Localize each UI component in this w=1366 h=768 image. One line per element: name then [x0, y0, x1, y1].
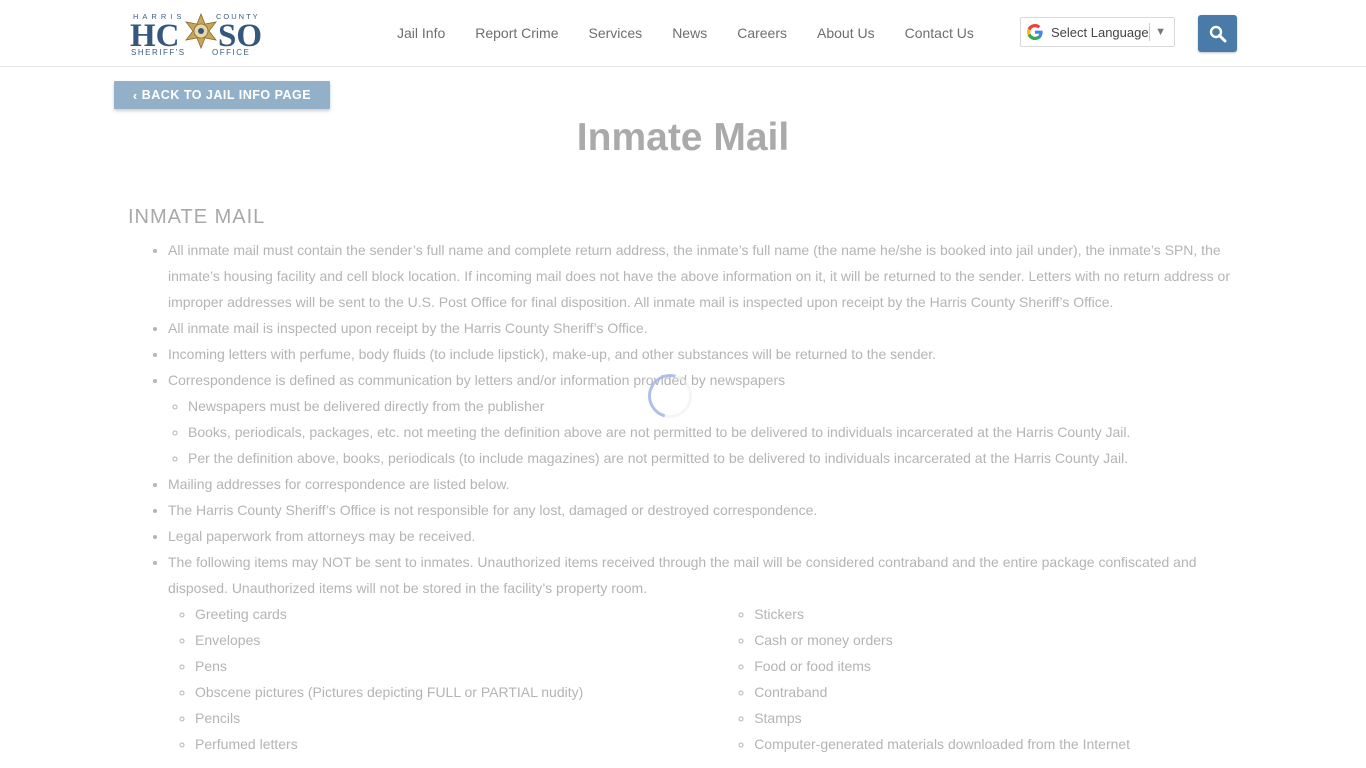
nav-careers[interactable]: Careers: [722, 0, 802, 66]
sublist-item: Per the definition above, books, periodi…: [188, 445, 1238, 471]
nav-news[interactable]: News: [657, 0, 722, 66]
nav-contact-us[interactable]: Contact Us: [890, 0, 989, 66]
nav-report-crime[interactable]: Report Crime: [460, 0, 573, 66]
sublist-item: Books, periodicals, packages, etc. not m…: [188, 419, 1238, 445]
language-select-label: Select Language: [1051, 24, 1149, 40]
dropdown-arrow-icon: ▼: [1155, 26, 1166, 38]
back-to-jail-info-button[interactable]: ‹ BACK TO JAIL INFO PAGE: [114, 81, 330, 109]
prohibited-item: Computer-generated materials downloaded …: [754, 731, 1238, 757]
list-item: All inmate mail must contain the sender’…: [168, 237, 1238, 315]
svg-text:OFFICE: OFFICE: [212, 48, 250, 56]
nav-jail-info[interactable]: Jail Info: [382, 0, 460, 66]
google-icon: [1025, 22, 1045, 42]
prohibited-item: Contraband: [754, 679, 1238, 705]
correspondence-sublist: Newspapers must be delivered directly fr…: [168, 393, 1238, 471]
prohibited-list-left: Greeting cards Envelopes Pens Obscene pi…: [168, 601, 727, 757]
site-header: HARRIS COUNTY HC SO SHERIFF'S OFFICE Jai…: [0, 0, 1366, 67]
mail-rules-content: All inmate mail must contain the sender’…: [148, 237, 1238, 757]
prohibited-item: Greeting cards: [195, 601, 727, 627]
select-divider: [1149, 23, 1151, 41]
prohibited-item: Stickers: [754, 601, 1238, 627]
nav-services[interactable]: Services: [574, 0, 658, 66]
nav-about-us[interactable]: About Us: [802, 0, 890, 66]
back-button-label: BACK TO JAIL INFO PAGE: [141, 88, 312, 102]
sublist-item: Newspapers must be delivered directly fr…: [188, 393, 1238, 419]
svg-text:SHERIFF'S: SHERIFF'S: [131, 48, 186, 56]
page-title: Inmate Mail: [576, 116, 790, 159]
chevron-left-icon: ‹: [132, 87, 138, 103]
main-nav: Jail Info Report Crime Services News Car…: [382, 0, 989, 66]
search-icon: [1209, 25, 1226, 42]
list-item: The Harris County Sheriff’s Office is no…: [168, 497, 1238, 523]
list-item: The following items may NOT be sent to i…: [168, 549, 1238, 757]
prohibited-list-right: Stickers Cash or money orders Food or fo…: [727, 601, 1238, 757]
list-item: Mailing addresses for correspondence are…: [168, 471, 1238, 497]
mail-rules-list: All inmate mail must contain the sender’…: [148, 237, 1238, 757]
prohibited-item: Pencils: [195, 705, 727, 731]
language-select[interactable]: Select Language ▼: [1020, 17, 1175, 47]
list-item: Correspondence is defined as communicati…: [168, 367, 1238, 471]
prohibited-item: Envelopes: [195, 627, 727, 653]
list-item: Incoming letters with perfume, body flui…: [168, 341, 1238, 367]
correspondence-definition: Correspondence is defined as communicati…: [168, 372, 786, 388]
list-item: Legal paperwork from attorneys may be re…: [168, 523, 1238, 549]
prohibited-item: Pens: [195, 653, 727, 679]
prohibited-item: Perfumed letters: [195, 731, 727, 757]
prohibited-item: Food or food items: [754, 653, 1238, 679]
section-heading: INMATE MAIL: [128, 206, 266, 228]
prohibited-intro: The following items may NOT be sent to i…: [168, 554, 1197, 596]
prohibited-item: Cash or money orders: [754, 627, 1238, 653]
search-button[interactable]: [1198, 15, 1237, 52]
prohibited-item: Obscene pictures (Pictures depicting FUL…: [195, 679, 727, 705]
list-item: All inmate mail is inspected upon receip…: [168, 315, 1238, 341]
prohibited-items: Greeting cards Envelopes Pens Obscene pi…: [168, 601, 1238, 757]
hcso-logo[interactable]: HARRIS COUNTY HC SO SHERIFF'S OFFICE: [130, 10, 270, 56]
prohibited-item: Stamps: [754, 705, 1238, 731]
